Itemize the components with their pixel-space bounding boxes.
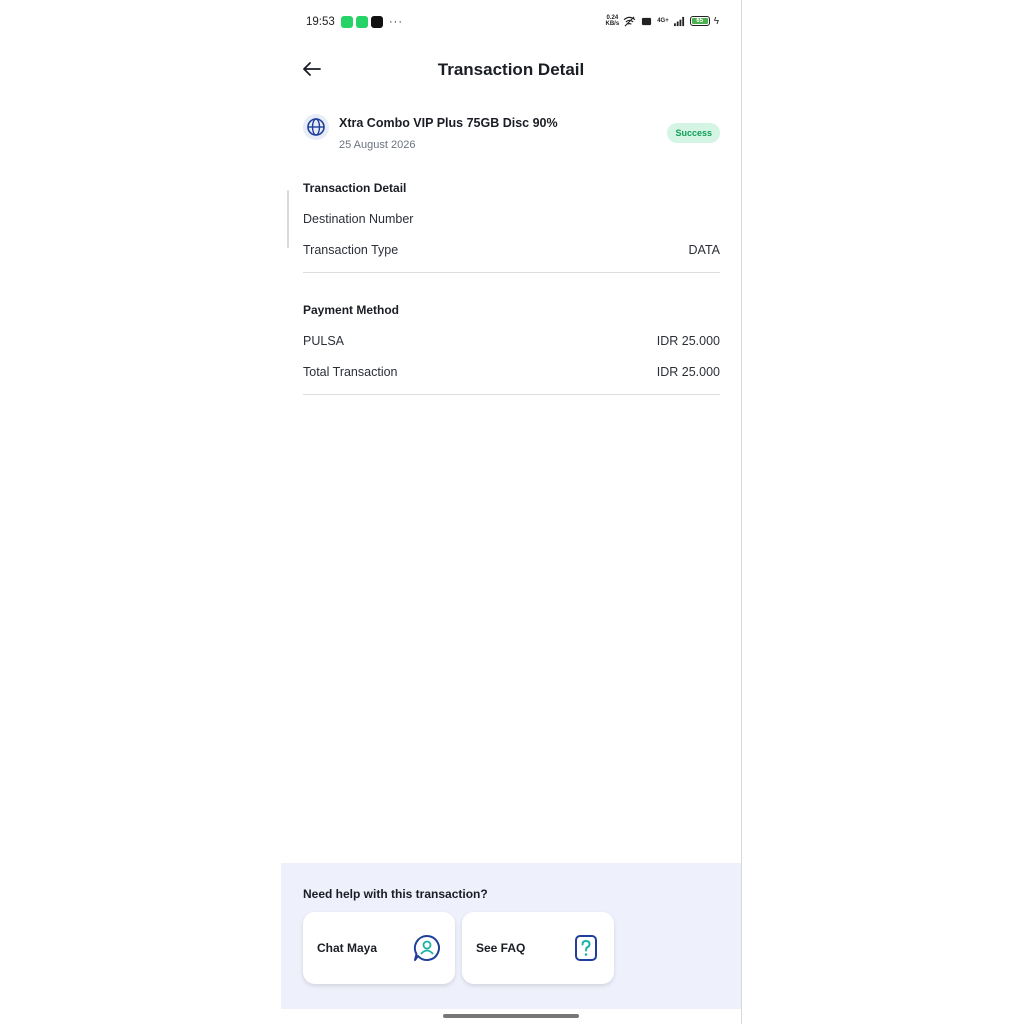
status-time: 19:53 bbox=[306, 16, 335, 28]
status-bar: 19:53 ··· 0.24 KB/s 4G+ 65 ϟ bbox=[281, 10, 741, 36]
payment-row-total: Total Transaction IDR 25.000 bbox=[303, 365, 720, 379]
net-speed: 0.24 KB/s bbox=[605, 15, 620, 27]
row-value: IDR 25.000 bbox=[656, 365, 720, 379]
row-label: Destination Number bbox=[303, 212, 414, 226]
volte-icon bbox=[642, 17, 652, 25]
globe-icon bbox=[303, 114, 329, 140]
product-name: Xtra Combo VIP Plus 75GB Disc 90% bbox=[339, 116, 558, 130]
faq-question-icon bbox=[575, 935, 597, 961]
chat-maya-label: Chat Maya bbox=[317, 941, 378, 955]
payment-row-pulsa: PULSA IDR 25.000 bbox=[303, 334, 720, 348]
notification-icons: ··· bbox=[341, 16, 403, 28]
row-value: DATA bbox=[688, 243, 720, 257]
transaction-detail-section: Transaction Detail Destination Number Tr… bbox=[303, 181, 720, 276]
wifi-off-icon bbox=[623, 16, 636, 26]
whatsapp-business-icon bbox=[356, 16, 368, 28]
section-heading: Transaction Detail bbox=[303, 181, 407, 195]
see-faq-button[interactable]: See FAQ bbox=[462, 912, 614, 984]
status-badge: Success bbox=[667, 123, 720, 143]
scroll-indicator bbox=[287, 190, 289, 248]
see-faq-label: See FAQ bbox=[476, 941, 526, 955]
status-right: 0.24 KB/s 4G+ 65 ϟ bbox=[606, 15, 719, 27]
more-notifications-icon: ··· bbox=[389, 16, 403, 28]
product-summary: Xtra Combo VIP Plus 75GB Disc 90% 25 Aug… bbox=[303, 112, 720, 156]
section-heading: Payment Method bbox=[303, 303, 400, 317]
charging-icon: ϟ bbox=[713, 15, 719, 27]
help-panel: Need help with this transaction? Chat Ma… bbox=[281, 863, 741, 1009]
phone-screen: 19:53 ··· 0.24 KB/s 4G+ 65 ϟ Transaction… bbox=[281, 0, 741, 1024]
network-type: 4G+ bbox=[657, 18, 669, 24]
row-value: IDR 25.000 bbox=[656, 334, 720, 348]
chat-maya-button[interactable]: Chat Maya bbox=[303, 912, 455, 984]
transaction-date: 25 August 2026 bbox=[339, 139, 416, 151]
divider bbox=[303, 272, 720, 273]
battery-level: 65 bbox=[691, 18, 708, 24]
chat-support-icon bbox=[413, 934, 440, 961]
tiktok-icon bbox=[371, 16, 383, 28]
whatsapp-icon bbox=[341, 16, 353, 28]
signal-icon bbox=[673, 16, 684, 26]
home-indicator[interactable] bbox=[443, 1014, 579, 1018]
detail-row-destination: Destination Number bbox=[303, 212, 720, 226]
help-question: Need help with this transaction? bbox=[303, 887, 488, 901]
battery-icon: 65 bbox=[689, 16, 710, 26]
payment-section: Payment Method PULSA IDR 25.000 Total Tr… bbox=[303, 303, 720, 398]
row-label: Total Transaction bbox=[303, 365, 398, 379]
page-title: Transaction Detail bbox=[437, 60, 585, 79]
app-header: Transaction Detail bbox=[281, 52, 741, 86]
detail-row-type: Transaction Type DATA bbox=[303, 243, 720, 257]
screen-edge bbox=[741, 0, 742, 1024]
row-label: PULSA bbox=[303, 334, 344, 348]
divider bbox=[303, 394, 720, 395]
row-label: Transaction Type bbox=[303, 243, 399, 257]
